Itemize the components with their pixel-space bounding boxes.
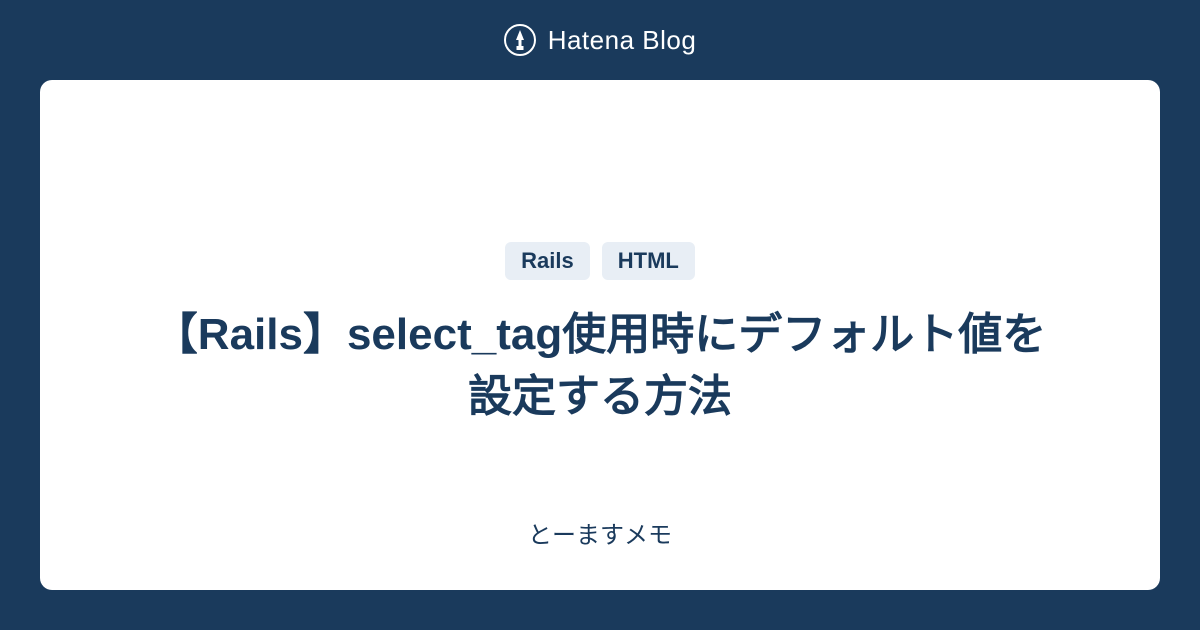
header: Hatena Blog (0, 0, 1200, 80)
tag-rails: Rails (505, 242, 590, 280)
hatena-logo-icon (504, 24, 536, 56)
tag-list: Rails HTML (505, 242, 695, 280)
tag-html: HTML (602, 242, 695, 280)
logo-text: Hatena Blog (548, 25, 697, 56)
content-card: Rails HTML 【Rails】select_tag使用時にデフォルト値を設… (40, 80, 1160, 590)
article-title: 【Rails】select_tag使用時にデフォルト値を設定する方法 (150, 304, 1050, 427)
blog-name: とーますメモ (528, 515, 672, 550)
